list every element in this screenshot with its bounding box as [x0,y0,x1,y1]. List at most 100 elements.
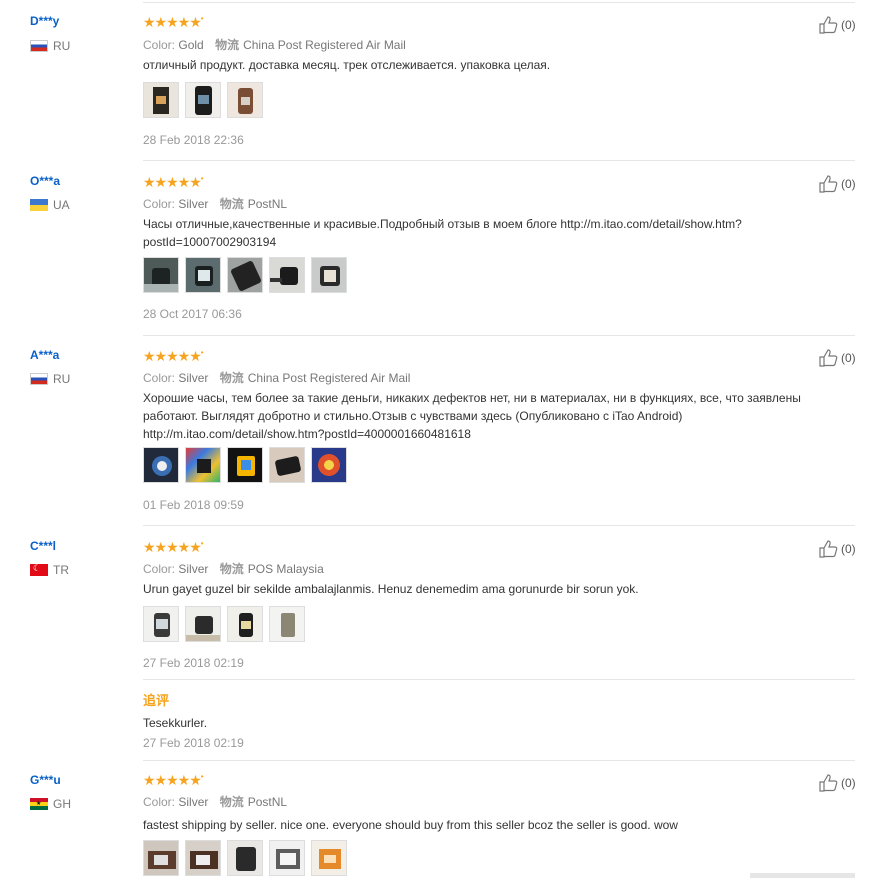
review-photo[interactable] [227,447,263,483]
flag-tr-icon [30,563,48,576]
like-count: (0) [841,18,856,32]
review-meta: Color: Silver 物流 PostNL [143,197,288,211]
review-photo[interactable] [227,840,263,876]
review-photo[interactable] [311,257,347,293]
color-value: Silver [178,795,209,809]
flag-ru-icon [30,373,48,385]
review-photo[interactable] [311,447,347,483]
reviewer-country: TR [30,563,69,577]
review-photo[interactable] [269,257,305,293]
thumbs-up-icon [819,175,838,193]
like-count: (0) [841,351,856,365]
star-rating: ★★★★★• [143,14,203,30]
review-date: 28 Oct 2017 06:36 [143,307,242,321]
logistics-label: 物流 [219,562,244,576]
review-meta: Color: Silver 物流 China Post Registered Ai… [143,371,411,385]
star-rating: ★★★★★• [143,539,203,555]
helpful-button[interactable]: (0) [819,16,856,34]
append-review-text: Tesekkurler. [143,716,208,730]
review-meta: Color: Silver 物流 PostNL [143,795,288,809]
divider [143,160,855,161]
reviewer-country: RU [30,372,70,386]
reviewer-country: UA [30,198,70,212]
flag-gh-icon [30,798,48,810]
review-photo[interactable] [143,606,179,642]
review-meta: Color: Gold 物流 China Post Registered Air … [143,38,406,52]
country-code: RU [53,39,71,53]
thumbs-up-icon [819,774,838,792]
color-value: Silver [178,371,209,385]
review-date: 28 Feb 2018 22:36 [143,133,244,147]
star-rating: ★★★★★• [143,348,203,364]
helpful-button[interactable]: (0) [819,175,856,193]
helpful-button[interactable]: (0) [819,349,856,367]
thumbs-up-icon [819,540,838,558]
review-photo[interactable] [269,606,305,642]
review-photo[interactable] [143,840,179,876]
country-code: GH [53,797,71,811]
review-photo[interactable] [311,840,347,876]
review-photo[interactable] [143,257,179,293]
divider [143,525,855,526]
review-photos [143,82,263,118]
logistics-label: 物流 [215,38,240,52]
review-photo[interactable] [227,606,263,642]
review-photo[interactable] [227,82,263,118]
review-photos [143,257,347,293]
review-photos [143,447,347,483]
review-text: fastest shipping by seller. nice one. ev… [143,818,678,832]
flag-ua-icon [30,199,48,211]
shipping-value: China Post Registered Air Mail [247,371,411,385]
reviewer-name: G***u [30,773,61,787]
reviewer-country: GH [30,797,71,811]
star-rating: ★★★★★• [143,772,203,788]
country-code: RU [53,372,71,386]
reviewer-name: O***a [30,174,61,188]
like-count: (0) [841,177,856,191]
divider [143,760,855,761]
review-photo[interactable] [185,447,221,483]
append-review-title: 追评 [143,693,170,708]
country-code: UA [53,198,70,212]
reviewer-name: C***l [30,539,57,553]
reviewer-name: D***y [30,14,60,28]
reviewer-name: A***a [30,348,60,362]
append-review-date: 27 Feb 2018 02:19 [143,736,244,750]
review-photo[interactable] [143,447,179,483]
review-photo[interactable] [185,606,221,642]
thumbs-up-icon [819,16,838,34]
star-rating: ★★★★★• [143,174,203,190]
divider [143,335,855,336]
review-meta: Color: Silver 物流 POS Malaysia [143,562,324,576]
review-photo[interactable] [185,257,221,293]
reviewer-country: RU [30,39,70,53]
thumbs-up-icon [819,349,838,367]
divider [143,679,855,680]
shipping-value: China Post Registered Air Mail [243,38,406,52]
shipping-value: POS Malaysia [247,562,324,576]
review-text: отличный продукт. доставка месяц. трек о… [143,58,551,72]
divider [143,2,855,3]
review-photo[interactable] [185,82,221,118]
color-value: Silver [178,562,209,576]
review-photo[interactable] [143,82,179,118]
helpful-button[interactable]: (0) [819,540,856,558]
review-photo[interactable] [227,257,263,293]
logistics-label: 物流 [219,371,244,385]
review-text: Хорошие часы, тем более за такие деньги,… [143,391,801,441]
logistics-label: 物流 [219,197,244,211]
review-photo[interactable] [269,447,305,483]
review-date: 01 Feb 2018 09:59 [143,498,244,512]
flag-ru-icon [30,40,48,52]
review-photo[interactable] [269,840,305,876]
country-code: TR [53,563,69,577]
like-count: (0) [841,542,856,556]
review-photo[interactable] [185,840,221,876]
review-photos [143,606,305,642]
review-photos [143,840,347,876]
review-text: Urun gayet guzel bir sekilde ambalajlanm… [143,582,639,596]
scroll-indicator [750,873,855,878]
shipping-value: PostNL [247,795,288,809]
helpful-button[interactable]: (0) [819,774,856,792]
logistics-label: 物流 [219,795,244,809]
